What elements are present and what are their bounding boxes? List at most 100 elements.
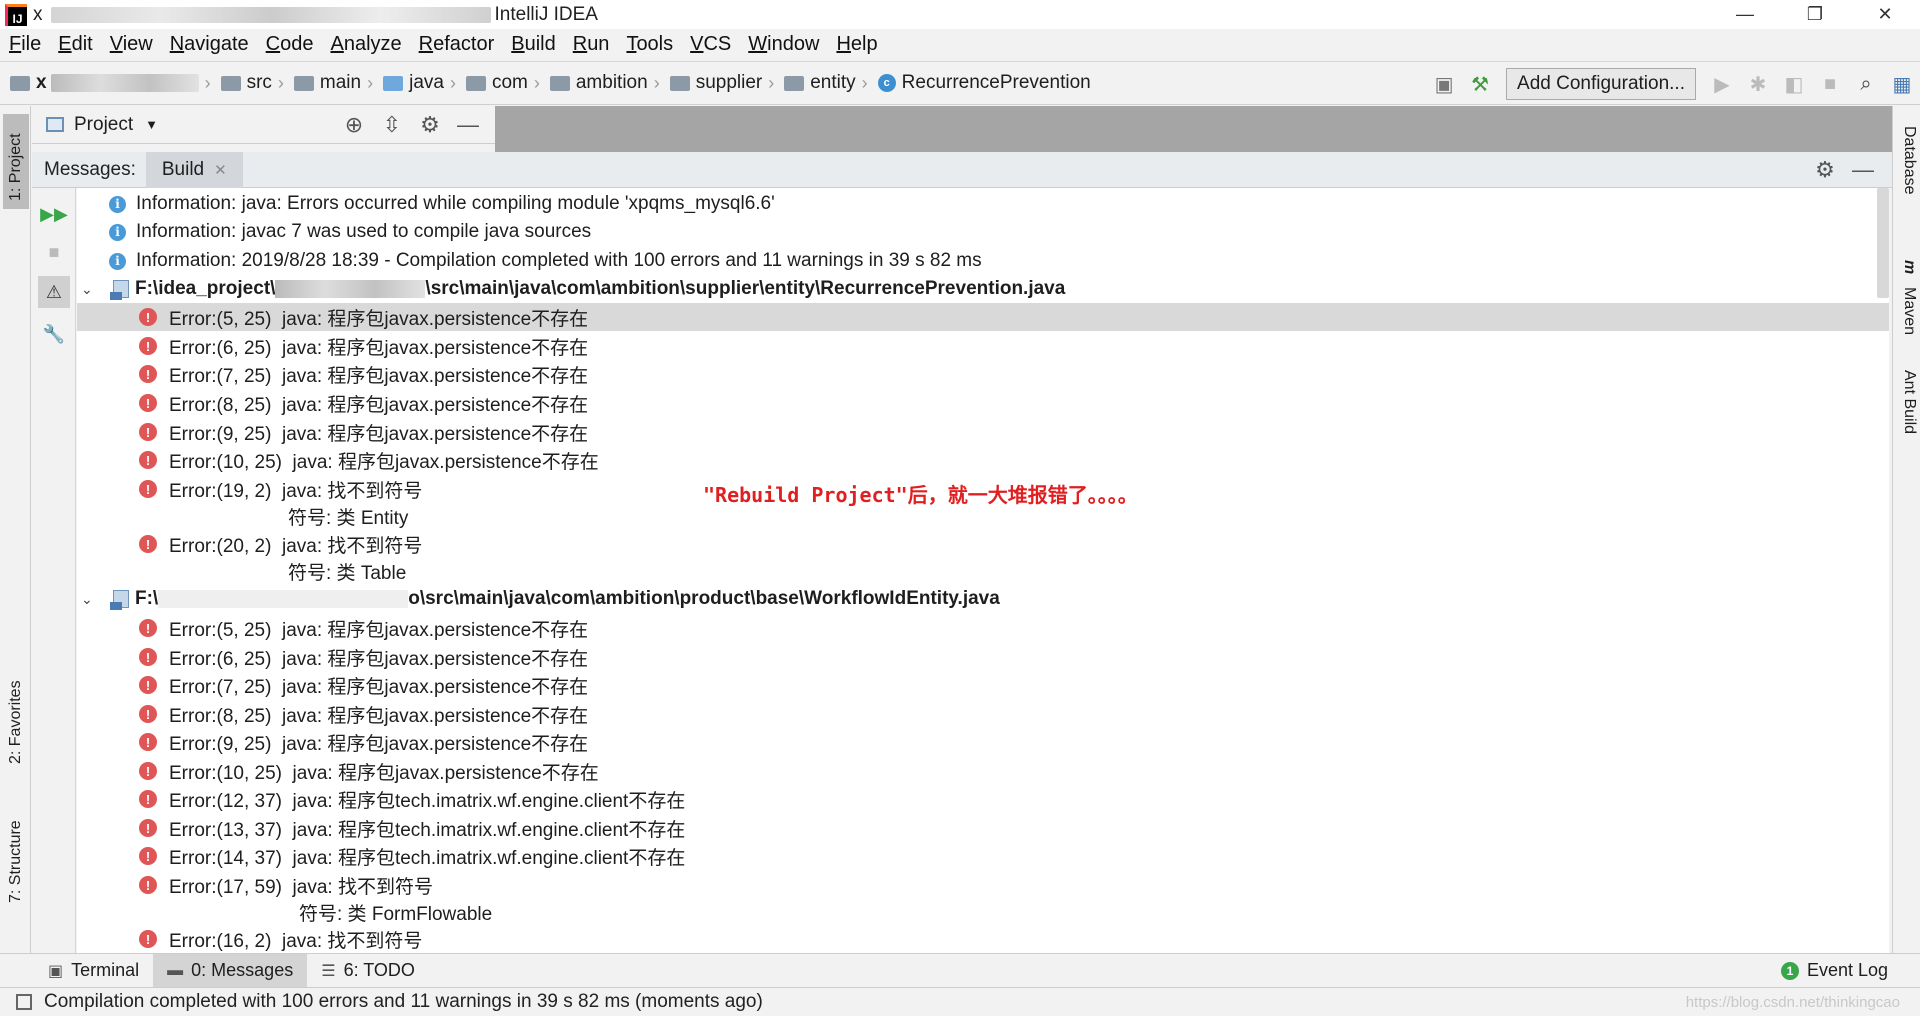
crumb-entity[interactable]: entity › [784, 72, 868, 94]
list-item[interactable]: i Information: 2019/8/28 18:39 - Compilat… [77, 247, 1889, 275]
menu-tools[interactable]: Tools [626, 33, 673, 56]
run-icon[interactable]: ▶ [1704, 66, 1740, 102]
list-item[interactable]: ! Error:(8, 25) java: 程序包javax.persistenc… [77, 700, 1889, 728]
tab-structure[interactable]: 7: Structure [3, 796, 29, 911]
list-item[interactable]: ! Error:(17, 59) java: 找不到符号 [77, 871, 1889, 899]
list-item[interactable]: ! Error:(10, 25) java: 程序包javax.persisten… [77, 757, 1889, 785]
crumb-class[interactable]: c RecurrencePrevention [877, 72, 1091, 94]
list-item[interactable]: ! Error:(16, 2) java: 找不到符号 [77, 925, 1889, 953]
tab-label: Database [1901, 126, 1918, 195]
list-item[interactable]: 符号: 类 Table [77, 557, 1889, 585]
chevron-down-icon[interactable]: ⌄ [81, 281, 99, 298]
list-item[interactable]: i Information: java: Errors occurred whil… [77, 190, 1889, 218]
list-item[interactable]: ! Error:(14, 37) java: 程序包tech.imatrix.wf… [77, 842, 1889, 870]
add-configuration-button[interactable]: Add Configuration... [1506, 68, 1696, 100]
project-view-selector[interactable]: Project ▼ [46, 114, 158, 136]
redacted-project-path [50, 6, 491, 23]
rerun-icon[interactable]: ▶▶ [38, 198, 70, 230]
list-item[interactable]: ! Error:(5, 25) java: 程序包javax.persistenc… [77, 614, 1889, 642]
crumb-src[interactable]: src › [220, 72, 284, 94]
list-item[interactable]: ! Error:(6, 25) java: 程序包javax.persistenc… [77, 332, 1889, 360]
toggle-tool-windows-icon[interactable] [16, 994, 32, 1010]
list-item[interactable]: 符号: 类 FormFlowable [77, 898, 1889, 926]
tab-maven[interactable]: m Maven [1894, 254, 1918, 341]
menu-view[interactable]: View [110, 33, 153, 56]
build-hammer-icon[interactable]: ⚒ [1462, 66, 1498, 102]
crumb-supplier[interactable]: supplier › [669, 72, 774, 94]
search-icon[interactable]: ⌕ [1848, 66, 1884, 102]
list-item[interactable]: ! Error:(20, 2) java: 找不到符号 [77, 530, 1889, 558]
minimize-button[interactable]: — [1710, 0, 1780, 29]
file-path-suffix: o\src\main\java\com\ambition\product\bas… [408, 588, 1000, 609]
tab-label: Build [161, 158, 205, 180]
menu-build[interactable]: Build [511, 33, 555, 56]
tab-build[interactable]: Build ✕ [145, 151, 243, 188]
java-file-icon [110, 280, 129, 300]
debug-icon[interactable]: ✱ [1740, 66, 1776, 102]
list-item[interactable]: ! Error:(7, 25) java: 程序包javax.persistenc… [77, 671, 1889, 699]
crumb-com[interactable]: com › [465, 72, 540, 94]
tab-database[interactable]: Database [1894, 120, 1918, 201]
menu-code[interactable]: Code [266, 33, 314, 56]
hide-icon[interactable]: — [1844, 157, 1882, 183]
list-item[interactable]: i Information: javac 7 was used to compil… [77, 218, 1889, 246]
tab-todo[interactable]: ☰ 6: TODO [307, 954, 429, 988]
menu-analyze[interactable]: Analyze [330, 33, 401, 56]
stop-icon[interactable]: ■ [38, 236, 70, 268]
menu-vcs[interactable]: VCS [690, 33, 731, 56]
menu-bar: File Edit View Navigate Code Analyze Ref… [0, 29, 1920, 59]
list-item[interactable]: ! Error:(13, 37) java: 程序包tech.imatrix.wf… [77, 814, 1889, 842]
crumb-project[interactable]: x [10, 72, 199, 94]
message-text: Error:(7, 25) java: 程序包javax.persistence… [169, 676, 589, 698]
list-item[interactable]: ! Error:(9, 25) java: 程序包javax.persistenc… [77, 418, 1889, 446]
project-icon [46, 117, 64, 132]
menu-file[interactable]: File [9, 33, 41, 56]
list-item[interactable]: ! Error:(8, 25) java: 程序包javax.persistenc… [77, 389, 1889, 417]
tab-ant-build[interactable]: Ant Build [1894, 364, 1918, 440]
error-icon: ! [139, 819, 157, 837]
list-item[interactable]: ! Error:(10, 25) java: 程序包javax.persisten… [77, 446, 1889, 474]
restore-button[interactable]: ❐ [1780, 0, 1850, 29]
tab-terminal[interactable]: ▣ Terminal [34, 954, 153, 988]
navigation-bar: x › src › main › java › com › ambition › supp… [0, 61, 1920, 105]
menu-refactor[interactable]: Refactor [419, 33, 495, 56]
project-structure-icon[interactable]: ▦ [1884, 66, 1920, 102]
coverage-icon[interactable]: ◧ [1776, 66, 1812, 102]
event-log-button[interactable]: 1 Event Log [1780, 960, 1888, 981]
vertical-scrollbar[interactable] [1877, 188, 1889, 298]
list-item[interactable]: ! Error:(12, 37) java: 程序包tech.imatrix.wf… [77, 785, 1889, 813]
menu-help[interactable]: Help [836, 33, 877, 56]
crumb-java[interactable]: java › [383, 72, 456, 94]
collapse-all-icon[interactable]: ⇳ [373, 112, 411, 138]
tab-messages[interactable]: ▬ 0: Messages [153, 953, 308, 988]
tab-project[interactable]: 1: Project [3, 114, 29, 209]
list-item[interactable]: ! Error:(5, 25) java: 程序包javax.persistenc… [77, 303, 1889, 331]
tab-favorites[interactable]: 2: Favorites [3, 662, 29, 772]
file-node[interactable]: ⌄ F:\idea_project\ \src\main\java\com\amb… [77, 275, 1889, 303]
list-item[interactable]: ! Error:(7, 25) java: 程序包javax.persistenc… [77, 360, 1889, 388]
error-icon: ! [139, 648, 157, 666]
list-item[interactable]: ! Error:(9, 25) java: 程序包javax.persistenc… [77, 728, 1889, 756]
crumb-label: supplier [695, 72, 763, 93]
chevron-down-icon[interactable]: ⌄ [81, 591, 99, 608]
file-node[interactable]: ⌄ F:\ o\src\main\java\com\ambition\produc… [77, 585, 1889, 613]
crumb-main[interactable]: main › [293, 72, 373, 94]
menu-navigate[interactable]: Navigate [170, 33, 249, 56]
menu-run[interactable]: Run [573, 33, 610, 56]
hide-icon[interactable]: — [449, 112, 487, 138]
gear-icon[interactable]: ⚙ [1806, 157, 1844, 183]
gear-icon[interactable]: ⚙ [411, 112, 449, 138]
menu-edit[interactable]: Edit [58, 33, 92, 56]
menu-window[interactable]: Window [748, 33, 819, 56]
wrench-icon[interactable]: 🔧 [38, 318, 70, 350]
stop-icon[interactable]: ■ [1812, 66, 1848, 102]
close-button[interactable]: ✕ [1850, 0, 1920, 29]
locate-icon[interactable]: ⊕ [335, 112, 373, 138]
list-item[interactable]: ! Error:(6, 25) java: 程序包javax.persistenc… [77, 643, 1889, 671]
close-icon[interactable]: ✕ [214, 161, 227, 179]
console-icon[interactable]: ▣ [1426, 66, 1462, 102]
warning-filter-icon[interactable]: ⚠ [38, 276, 70, 308]
message-text: Error:(6, 25) java: 程序包javax.persistence… [169, 337, 589, 359]
editor-area [495, 106, 1892, 152]
crumb-ambition[interactable]: ambition › [549, 72, 660, 94]
